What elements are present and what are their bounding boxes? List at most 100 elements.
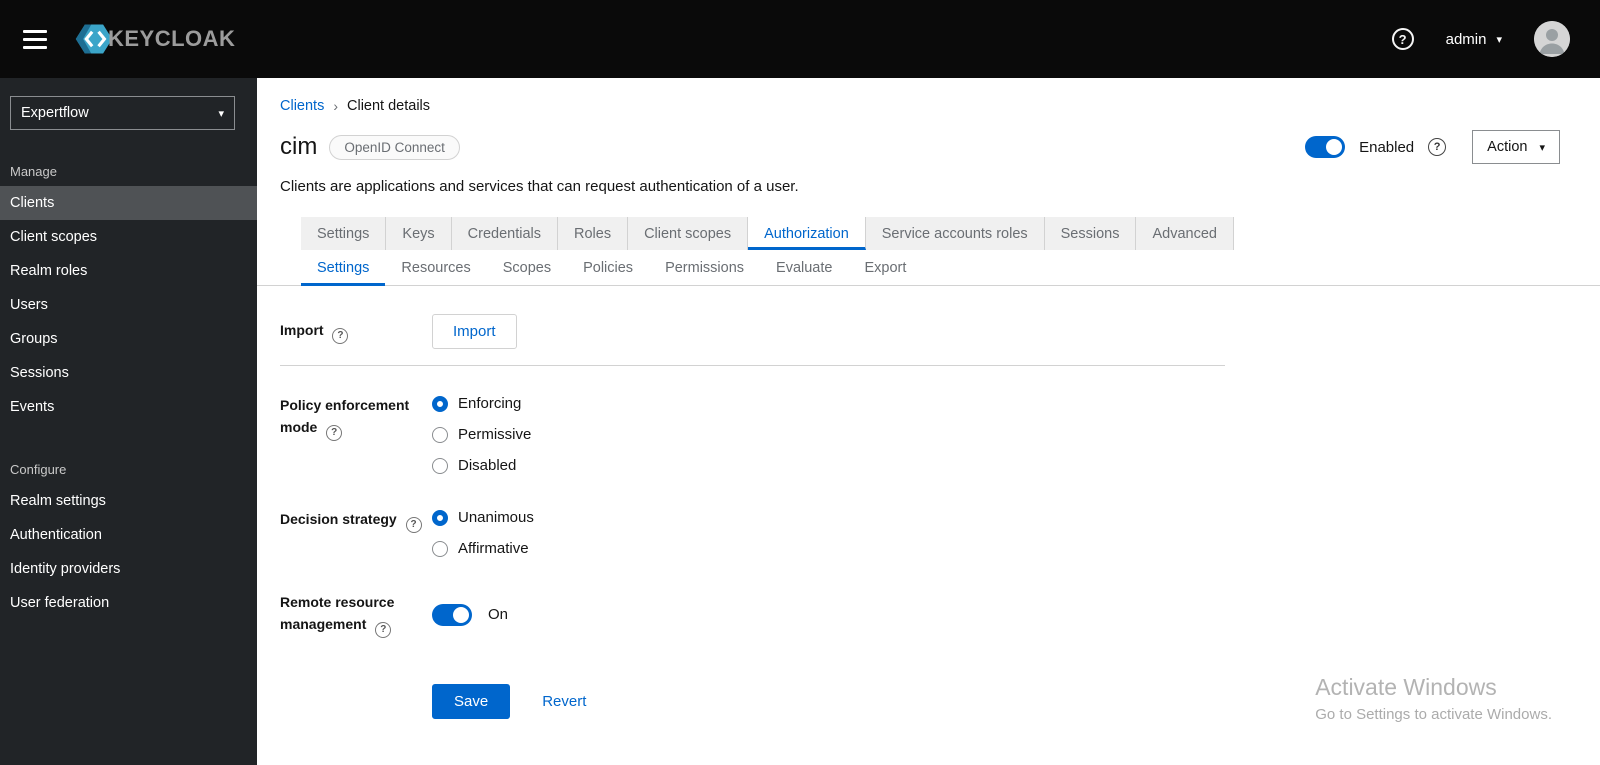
tab-service-accounts-roles[interactable]: Service accounts roles [865,217,1045,250]
breadcrumb: Clients › Client details [280,98,1560,114]
remote-resource-label: Remote resource management ? [280,591,432,638]
realm-selector-value: Expertflow [21,105,89,121]
tab-sessions[interactable]: Sessions [1044,217,1137,250]
policy-enforcement-help-icon[interactable]: ? [326,425,343,441]
decision-strategy-label-text: Decision strategy [280,511,397,527]
radio-enforcing[interactable]: Enforcing [432,395,531,412]
subtab-permissions[interactable]: Permissions [649,250,760,286]
save-button[interactable]: Save [432,684,511,719]
hamburger-bar [23,29,47,33]
action-dropdown-button[interactable]: Action ▾ [1472,130,1560,164]
radio-label: Disabled [458,457,517,474]
sidebar-heading-configure: Configure [10,462,67,477]
tab-roles[interactable]: Roles [558,217,629,250]
remote-resource-control: On [432,591,508,638]
sidebar-item-sessions[interactable]: Sessions [0,356,257,390]
tab-advanced[interactable]: Advanced [1136,217,1234,250]
revert-button[interactable]: Revert [542,693,586,710]
breadcrumb-clients-link[interactable]: Clients [280,98,324,114]
tab-settings[interactable]: Settings [301,217,387,250]
main-content: Clients › Client details cim OpenID Conn… [257,78,1600,765]
policy-enforcement-radio-group: Enforcing Permissive Disabled [432,394,531,474]
topbar: KEYCLOAK ? admin ▾ [0,0,1600,78]
keycloak-logo: KEYCLOAK [74,19,235,59]
windows-activation-watermark: Activate Windows Go to Settings to activ… [1315,674,1552,723]
sidebar-item-identity-providers[interactable]: Identity providers [0,552,257,586]
chevron-down-icon: ▾ [218,107,224,120]
subtab-evaluate[interactable]: Evaluate [760,250,848,286]
authorization-settings-form: Import ? Import Policy enforcement mode … [257,286,1225,719]
tab-client-scopes[interactable]: Client scopes [628,217,749,250]
policy-enforcement-label-text: Policy enforcement mode [280,397,410,435]
enabled-help-icon[interactable]: ? [1428,138,1447,156]
subtab-settings[interactable]: Settings [301,250,386,286]
remote-resource-row: Remote resource management ? On [280,591,1225,638]
radio-disabled[interactable]: Disabled [432,457,531,474]
authorization-subtabs: Settings Resources Scopes Policies Permi… [257,250,1600,286]
enabled-toggle[interactable] [1305,136,1346,158]
sidebar-item-authentication[interactable]: Authentication [0,518,257,552]
radio-unanimous[interactable]: Unanimous [432,509,534,526]
sidebar-item-groups[interactable]: Groups [0,322,257,356]
remote-resource-help-icon[interactable]: ? [375,622,392,638]
sidebar-item-realm-roles[interactable]: Realm roles [0,254,257,288]
decision-strategy-row: Decision strategy ? Unanimous Affirmativ… [280,508,1225,557]
subtab-resources[interactable]: Resources [385,250,486,286]
radio-unselected-icon [432,540,448,557]
toggle-knob [1326,139,1343,155]
radio-affirmative[interactable]: Affirmative [432,540,534,557]
radio-selected-icon [432,395,448,412]
radio-label: Enforcing [458,395,522,412]
import-label-text: Import [280,322,324,338]
sidebar-item-user-federation[interactable]: User federation [0,586,257,620]
sidebar-item-events[interactable]: Events [0,390,257,424]
title-row: cim OpenID Connect Enabled ? Action ▾ [280,130,1560,164]
sidebar-item-users[interactable]: Users [0,288,257,322]
avatar[interactable] [1534,21,1570,57]
sidebar-item-realm-settings[interactable]: Realm settings [0,484,257,518]
radio-label: Affirmative [458,540,529,557]
watermark-title: Activate Windows [1315,674,1497,700]
breadcrumb-current: Client details [347,98,431,114]
sidebar: Expertflow ▾ Manage Clients Client scope… [0,78,257,765]
page-title: cim [280,133,318,160]
toggle-knob [453,606,469,623]
client-description: Clients are applications and services th… [280,178,799,195]
hamburger-bar [23,37,47,41]
import-control: Import [432,314,517,349]
tab-keys[interactable]: Keys [386,217,452,250]
menu-toggle-button[interactable] [14,19,56,59]
page-body: Expertflow ▾ Manage Clients Client scope… [0,78,1600,765]
radio-selected-icon [432,509,448,526]
policy-enforcement-label: Policy enforcement mode ? [280,394,432,474]
radio-label: Unanimous [458,509,534,526]
decision-strategy-help-icon[interactable]: ? [405,517,422,533]
keycloak-admin-console: KEYCLOAK ? admin ▾ Expertflow ▾ Manage C… [0,0,1600,765]
client-details-header: Clients › Client details cim OpenID Conn… [257,78,1600,195]
tab-authorization[interactable]: Authorization [748,217,866,250]
realm-selector[interactable]: Expertflow ▾ [10,96,235,130]
import-button[interactable]: Import [432,314,517,349]
user-menu-name: admin [1445,30,1487,48]
radio-permissive[interactable]: Permissive [432,426,531,443]
radio-label: Permissive [458,426,532,443]
sidebar-section-configure: Configure Realm settings Authentication … [0,452,257,620]
form-divider [280,365,1225,366]
subtab-export[interactable]: Export [848,250,922,286]
tab-credentials[interactable]: Credentials [451,217,558,250]
sidebar-item-clients[interactable]: Clients [0,186,257,220]
user-menu[interactable]: admin ▾ [1446,31,1502,48]
help-icon[interactable]: ? [1391,28,1414,50]
sidebar-item-client-scopes[interactable]: Client scopes [0,220,257,254]
subtab-scopes[interactable]: Scopes [487,250,567,286]
toggle-state-label: On [488,606,509,623]
remote-management-toggle[interactable] [432,603,472,626]
decision-strategy-radio-group: Unanimous Affirmative [432,508,534,557]
import-label: Import ? [280,319,432,344]
chevron-down-icon: ▾ [1539,141,1545,154]
form-actions: Save Revert [432,684,1225,719]
enabled-label: Enabled [1359,138,1415,156]
radio-unselected-icon [432,457,448,474]
subtab-policies[interactable]: Policies [567,250,649,286]
import-help-icon[interactable]: ? [332,328,349,344]
